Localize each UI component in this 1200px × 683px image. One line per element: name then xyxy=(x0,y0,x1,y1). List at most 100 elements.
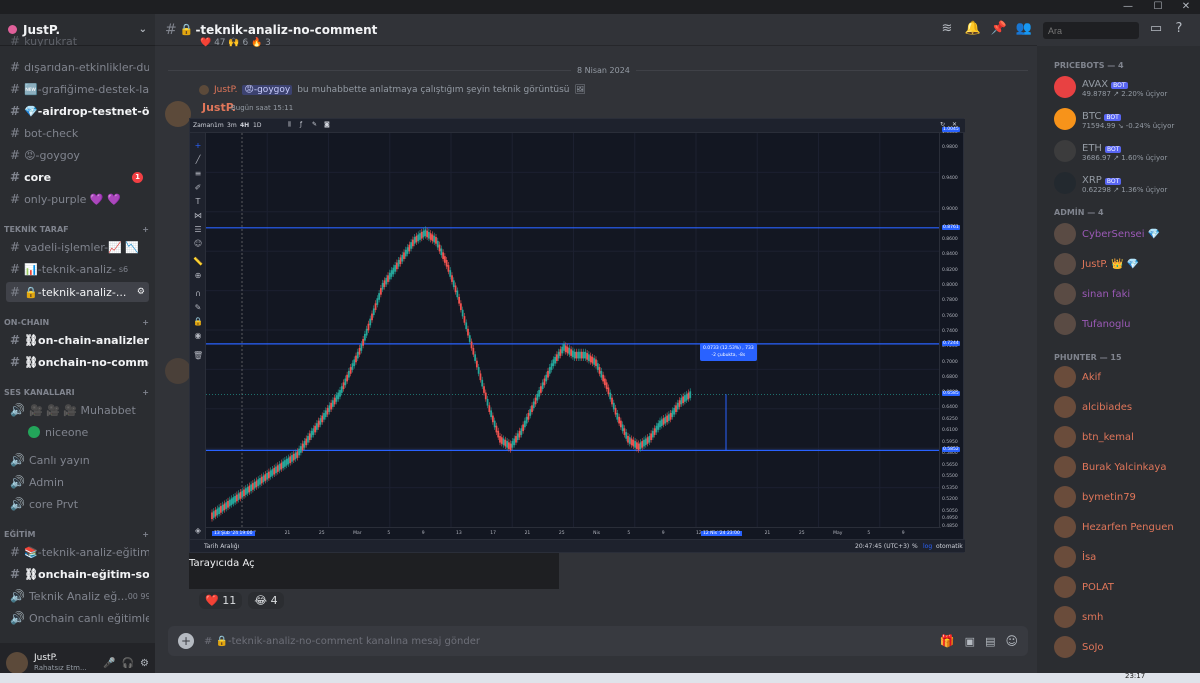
interval-button-active[interactable]: 4H xyxy=(240,122,249,129)
trash-icon[interactable]: 🗑 xyxy=(193,351,203,361)
emoji-icon[interactable]: ☺ xyxy=(193,239,203,249)
layers-icon[interactable]: ◈ xyxy=(193,526,203,536)
interval-button[interactable]: 3m xyxy=(227,122,237,129)
reply-reference[interactable]: JustP. 😡-goygoy bu muhabbette anlatmaya … xyxy=(199,85,586,95)
zoom-icon[interactable]: ⊕ xyxy=(193,271,203,281)
members-icon[interactable]: 👥 xyxy=(1015,20,1033,38)
member-phunter[interactable]: İsa xyxy=(1054,544,1194,570)
gif-icon[interactable]: ▣ xyxy=(965,635,975,648)
pattern-icon[interactable]: ⋈ xyxy=(193,211,203,221)
trendline-icon[interactable]: ╱ xyxy=(193,155,203,165)
plus-icon[interactable]: + xyxy=(142,530,149,539)
message-input[interactable]: + # 🔒-teknik-analiz-no-comment kanalına … xyxy=(168,626,1028,656)
crosshair-icon[interactable]: + xyxy=(193,141,203,151)
channel-item[interactable]: # vadeli-işlemler-📈 📉 xyxy=(6,237,149,257)
date-range-button[interactable]: Tarih Aralığı xyxy=(204,543,239,550)
brush-icon[interactable]: ✐ xyxy=(193,183,203,193)
interval-button[interactable]: 1m xyxy=(214,122,224,129)
voice-channel[interactable]: 🔊 Admin xyxy=(6,472,149,492)
voice-channel[interactable]: 🔊 Canlı yayın xyxy=(6,450,149,470)
close-button[interactable]: ✕ xyxy=(1174,0,1198,14)
member-bot[interactable]: AVAX BOT 49.8787 ↗ 2.20% üçiyor xyxy=(1054,74,1194,100)
channel-item[interactable]: # 😡-goygoy xyxy=(6,145,149,165)
channel-item[interactable]: # dışarıdan-etkinlikler-du... xyxy=(6,57,149,77)
channel-item[interactable]: #⛓onchain-no-comment xyxy=(6,352,149,372)
member-admin[interactable]: JustP. 👑 💎 xyxy=(1054,251,1194,277)
fib-icon[interactable]: ☰ xyxy=(193,225,203,235)
member-admin[interactable]: Tufanoglu xyxy=(1054,311,1194,337)
channel-item[interactable]: # 📊-teknik-analiz-s6 xyxy=(6,259,149,279)
channel-item[interactable]: #💎-airdrop-testnet-öns... xyxy=(6,101,149,121)
lock-icon[interactable]: 🔒 xyxy=(193,317,203,327)
member-phunter[interactable]: Hezarfen Penguen xyxy=(1054,514,1194,540)
member-bot[interactable]: BTC BOT 71594.99 ↘ -0.24% üçiyor xyxy=(1054,106,1194,132)
channel-item[interactable]: # 🆕-grafiğime-destek-la... xyxy=(6,79,149,99)
category-voice[interactable]: SES KANALLARI + xyxy=(4,388,149,397)
category-egitim[interactable]: EĞİTİM + xyxy=(4,530,149,539)
auto-toggle[interactable]: otomatik xyxy=(936,543,963,550)
indicators-icon[interactable]: ƒ xyxy=(300,121,302,128)
member-admin[interactable]: CyberSensei 💎 xyxy=(1054,221,1194,247)
channel-item[interactable]: # 📚-teknik-analiz-eğitim... xyxy=(6,542,149,562)
inbox-icon[interactable]: ▭ xyxy=(1147,20,1165,38)
microphone-icon[interactable]: 🎤 xyxy=(103,658,115,669)
member-admin[interactable]: sinan faki xyxy=(1054,281,1194,307)
ruler-icon[interactable]: 📏 xyxy=(193,257,203,267)
emoji-icon[interactable]: ☺ xyxy=(1005,634,1018,648)
pencil-lock-icon[interactable]: ✎ xyxy=(193,303,203,313)
member-phunter[interactable]: Burak Yalcinkaya xyxy=(1054,454,1194,480)
chart-type-icon[interactable]: ⫼ xyxy=(288,121,291,129)
eye-icon[interactable]: ◉ xyxy=(193,331,203,341)
sticker-icon[interactable]: ▤ xyxy=(985,635,995,648)
gear-icon[interactable]: ⚙ xyxy=(137,287,145,297)
help-icon[interactable]: ? xyxy=(1170,20,1188,38)
interval-button[interactable]: 1D xyxy=(253,122,261,129)
channel-item-selected[interactable]: # 🔒-teknik-analiz-... ⚙ xyxy=(6,282,149,302)
member-phunter[interactable]: bymetin79 xyxy=(1054,484,1194,510)
voice-user[interactable]: niceone xyxy=(24,422,149,442)
log-toggle[interactable]: log xyxy=(923,543,932,550)
member-phunter[interactable]: Akif xyxy=(1054,364,1194,390)
chart-screenshot[interactable]: Zaman 1m 3m 4H 1D ⫼ ƒ ✎ ◙ ↻ ✕ + ╱ ≡ ✐ T … xyxy=(189,118,965,553)
channel-item[interactable]: 🔊 Teknik Analiz eğ... 00 99 xyxy=(6,586,149,606)
minimize-button[interactable]: — xyxy=(1116,0,1140,14)
channel-item-core[interactable]: # core 1 xyxy=(6,167,149,187)
member-phunter[interactable]: btn_kemal xyxy=(1054,424,1194,450)
pin-icon[interactable]: 📌 xyxy=(990,20,1008,38)
channel-item[interactable]: 🔊 Onchain canlı eğitimleri xyxy=(6,608,149,628)
category-teknik[interactable]: TEKNİK TARAF + xyxy=(4,225,149,234)
open-in-browser-link[interactable]: Tarayıcıda Aç xyxy=(189,558,255,569)
text-icon[interactable]: T xyxy=(193,197,203,207)
threads-icon[interactable]: ≋ xyxy=(938,20,956,38)
member-phunter[interactable]: alcibiades xyxy=(1054,394,1194,420)
interval-menu[interactable]: Zaman xyxy=(193,122,214,129)
voice-channel[interactable]: 🔊 core Prvt xyxy=(6,494,149,514)
channel-item[interactable]: # ⛓on-chain-analizleri xyxy=(6,330,149,350)
bell-icon[interactable]: 🔔 xyxy=(964,20,982,38)
avatar[interactable] xyxy=(165,101,191,127)
avatar[interactable] xyxy=(6,652,28,674)
channel-item[interactable]: #⛓onchain-eğitim-soruları xyxy=(6,564,149,584)
maximize-button[interactable]: ☐ xyxy=(1146,0,1170,14)
percent-toggle[interactable]: % xyxy=(912,543,918,550)
member-bot[interactable]: ETH BOT 3686.97 ↗ 1.60% üçiyor xyxy=(1054,138,1194,164)
member-bot[interactable]: XRP BOT 0.62298 ↗ 1.36% üçiyor xyxy=(1054,170,1194,196)
plus-icon[interactable]: + xyxy=(142,225,149,234)
add-attachment-icon[interactable]: + xyxy=(178,633,194,649)
channel-item[interactable]: # bot-check xyxy=(6,123,149,143)
reaction-laugh[interactable]: 😂 4 xyxy=(248,592,284,609)
gear-icon[interactable]: ⚙ xyxy=(140,658,149,669)
member-phunter[interactable]: SoJo xyxy=(1054,634,1194,660)
horizontal-lines-icon[interactable]: ≡ xyxy=(193,169,203,179)
headphones-icon[interactable]: 🎧 xyxy=(122,658,134,669)
plus-icon[interactable]: + xyxy=(142,318,149,327)
channel-item[interactable]: # only-purple 💜 💜 xyxy=(6,189,149,209)
voice-channel[interactable]: 🔊 🎥 🎥 🎥 Muhabbet xyxy=(6,400,149,420)
pencil-icon[interactable]: ✎ xyxy=(312,121,317,128)
camera-icon[interactable]: ◙ xyxy=(324,121,330,128)
category-onchain[interactable]: ON-CHAIN + xyxy=(4,318,149,327)
avatar[interactable] xyxy=(165,358,191,384)
member-phunter[interactable]: smh xyxy=(1054,604,1194,630)
member-phunter[interactable]: POLAT xyxy=(1054,574,1194,600)
gift-icon[interactable]: 🎁 xyxy=(940,634,955,648)
